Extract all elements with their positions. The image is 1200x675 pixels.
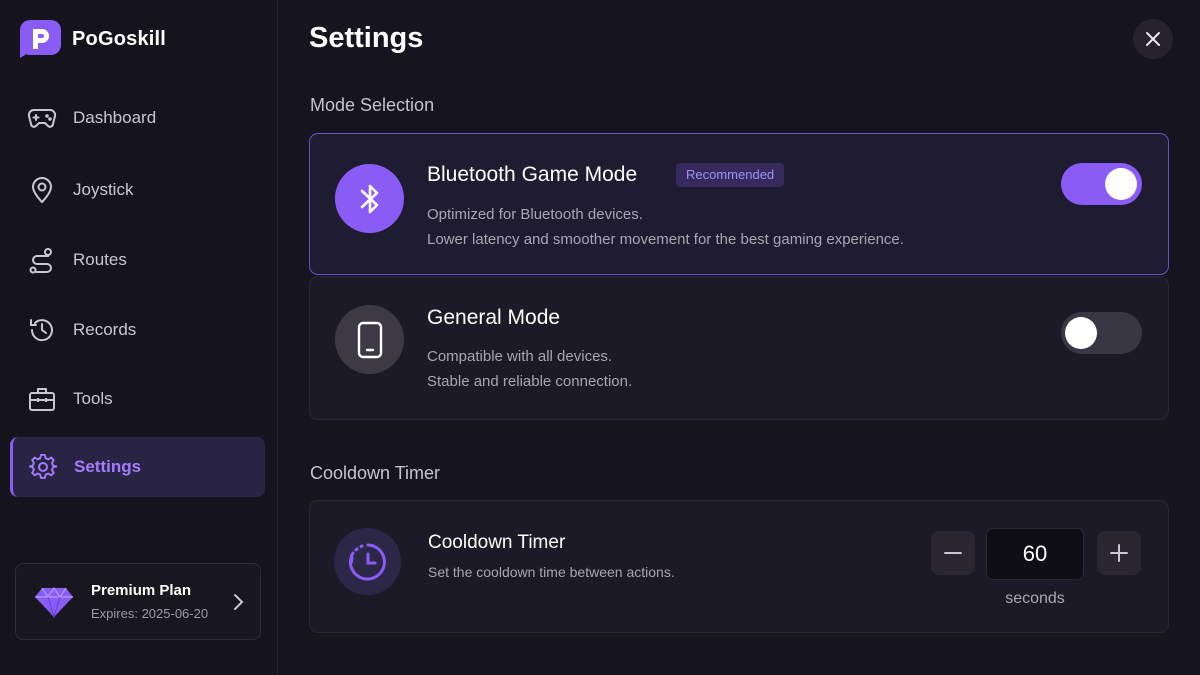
mode-desc-line: Optimized for Bluetooth devices. <box>427 206 643 223</box>
sidebar-item-tools[interactable]: Tools <box>10 369 265 429</box>
phone-icon <box>335 305 404 374</box>
location-pin-icon <box>27 175 57 205</box>
bluetooth-icon <box>335 164 404 233</box>
cooldown-unit-label: seconds <box>1005 590 1065 607</box>
close-button[interactable] <box>1133 19 1173 59</box>
close-icon <box>1146 32 1160 46</box>
mode-description: Optimized for Bluetooth devices. Lower l… <box>427 202 904 252</box>
logo-icon <box>20 20 61 58</box>
increment-button[interactable] <box>1097 531 1141 575</box>
brand-name: PoGoskill <box>72 27 167 50</box>
mode-title: Bluetooth Game Mode <box>427 163 638 186</box>
bluetooth-mode-toggle[interactable] <box>1061 163 1142 205</box>
plan-expiry: Expires: 2025-06-20 <box>91 606 209 621</box>
cooldown-description: Set the cooldown time between actions. <box>428 564 675 580</box>
mode-desc-line: Lower latency and smoother movement for … <box>427 231 904 248</box>
timer-icon <box>334 528 401 595</box>
sidebar-item-label: Records <box>73 320 137 339</box>
mode-desc-line: Stable and reliable connection. <box>427 373 633 390</box>
mode-title: General Mode <box>427 306 561 329</box>
page-title: Settings <box>309 22 424 54</box>
brand: PoGoskill <box>20 20 166 58</box>
bluetooth-mode-card[interactable]: Bluetooth Game Mode Recommended Optimize… <box>309 133 1169 275</box>
mode-desc-line: Compatible with all devices. <box>427 348 613 365</box>
sidebar-item-label: Joystick <box>73 180 134 199</box>
sidebar-item-label: Settings <box>74 457 142 476</box>
sidebar-item-dashboard[interactable]: Dashboard <box>10 88 265 148</box>
history-icon <box>27 315 57 345</box>
general-mode-card[interactable]: General Mode Compatible with all devices… <box>309 276 1169 420</box>
gear-icon <box>28 452 58 482</box>
plan-title: Premium Plan <box>91 582 192 599</box>
sidebar-item-settings[interactable]: Settings <box>10 437 265 497</box>
decrement-button[interactable] <box>931 531 975 575</box>
plus-icon <box>1110 544 1128 562</box>
sidebar-item-label: Routes <box>73 250 127 269</box>
sidebar-item-joystick[interactable]: Joystick <box>10 160 265 220</box>
route-icon <box>27 245 57 275</box>
cooldown-timer-card: Cooldown Timer Set the cooldown time bet… <box>309 500 1169 633</box>
cooldown-timer-heading: Cooldown Timer <box>310 463 441 483</box>
mode-selection-heading: Mode Selection <box>310 95 435 115</box>
general-mode-toggle[interactable] <box>1061 312 1142 354</box>
cooldown-title: Cooldown Timer <box>428 532 566 553</box>
sidebar-item-label: Tools <box>73 389 113 408</box>
toggle-knob <box>1065 317 1097 349</box>
recommended-badge: Recommended <box>676 163 785 187</box>
chevron-right-icon <box>234 594 244 610</box>
toolbox-icon <box>27 384 57 414</box>
diamond-icon <box>35 586 73 618</box>
sidebar-item-routes[interactable]: Routes <box>10 230 265 290</box>
sidebar: PoGoskill Dashboard Joystick Routes Reco… <box>0 0 278 675</box>
minus-icon <box>944 552 962 554</box>
gamepad-icon <box>27 103 57 133</box>
mode-description: Compatible with all devices. Stable and … <box>427 344 632 394</box>
sidebar-item-records[interactable]: Records <box>10 300 265 360</box>
toggle-knob <box>1105 168 1137 200</box>
sidebar-item-label: Dashboard <box>73 108 157 127</box>
premium-plan-card[interactable]: Premium Plan Expires: 2025-06-20 <box>15 563 261 640</box>
cooldown-value-input[interactable]: 60 <box>986 528 1084 580</box>
